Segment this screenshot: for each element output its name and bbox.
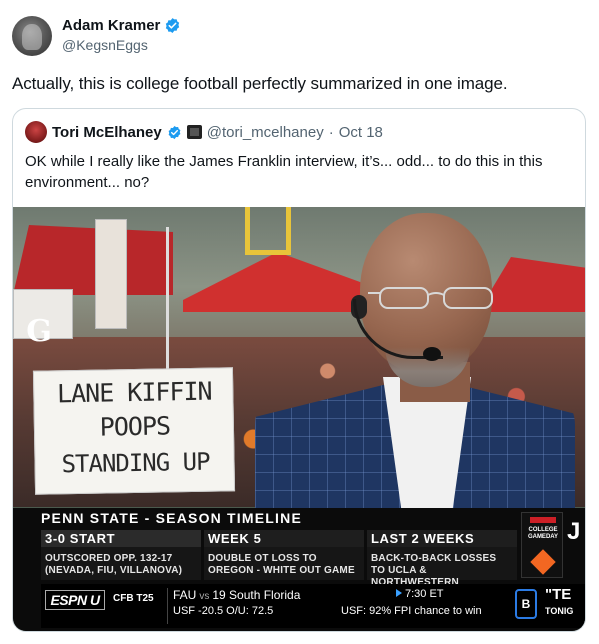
red-tent (13, 225, 173, 295)
quoted-author-name: Tori McElhaney (52, 123, 162, 141)
fan-sign-line: LANE KIFFIN (56, 376, 212, 409)
quoted-tweet-header: Tori McElhaney @tori_mcelhaney · Oct 18 (25, 121, 383, 143)
quoted-tweet[interactable]: Tori McElhaney @tori_mcelhaney · Oct 18 … (12, 108, 586, 632)
promo-subtitle: TONIG (545, 606, 574, 616)
matchup: FAU vs 19 South Florida (173, 588, 300, 602)
lower-third-title-bar: PENN STATE - SEASON TIMELINE (13, 508, 518, 528)
quoted-author-handle: @tori_mcelhaney (206, 123, 324, 141)
timeline-panel: LAST 2 WEEKS BACK-TO-BACK LOSSES TO UCLA… (367, 530, 517, 588)
timeline-panels: 3-0 START OUTSCORED OPP. 132-17 (NEVADA,… (41, 530, 517, 588)
meta-separator: · (328, 123, 334, 141)
cut-off-text: J (567, 518, 581, 545)
fan-sign-line: POOPS (99, 411, 171, 442)
tent-pole (166, 227, 169, 377)
timeline-panel: WEEK 5 DOUBLE OT LOSS TO OREGON - WHITE … (204, 530, 364, 580)
quoted-tweet-text: OK while I really like the James Frankli… (25, 153, 543, 191)
panel-heading: LAST 2 WEEKS (367, 530, 517, 547)
tweet-photo[interactable]: G LANE KIFFIN POOPS STANDING UP PENN STA… (13, 207, 585, 631)
game-time: 7:30 ET (396, 588, 444, 600)
quoted-avatar (25, 121, 47, 143)
fan-sign: LANE KIFFIN POOPS STANDING UP (32, 367, 236, 495)
fan-sign-line: STANDING UP (61, 447, 210, 479)
microphone-icon (423, 347, 441, 361)
lower-third-title: PENN STATE - SEASON TIMELINE (41, 510, 302, 526)
fpi-chance: USF: 92% FPI chance to win (341, 605, 482, 617)
espnu-logo: ESPN U (45, 590, 105, 610)
conference-logo-icon: B (515, 589, 537, 619)
author-name[interactable]: Adam Kramer (62, 17, 160, 34)
avatar[interactable] (12, 16, 52, 56)
betting-line: USF -20.5 O/U: 72.5 (173, 605, 274, 617)
timeline-panel: 3-0 START OUTSCORED OPP. 132-17 (NEVADA,… (41, 530, 201, 580)
panel-body: OUTSCORED OPP. 132-17 (NEVADA, FIU, VILL… (45, 553, 183, 576)
background-sign (95, 219, 127, 329)
panel-heading: WEEK 5 (204, 530, 364, 547)
ticker-section: CFB T25 (113, 593, 154, 604)
espn-brand-icon (530, 517, 556, 523)
gameday-label: COLLEGE GAMEDAY (527, 527, 559, 540)
team-1: FAU (173, 588, 197, 602)
play-arrow-icon (396, 589, 402, 597)
georgia-logo-letter: G (26, 314, 52, 349)
tweet-header: Adam Kramer @KegsnEggs (12, 14, 572, 58)
author-handle[interactable]: @KegsnEggs (62, 37, 148, 53)
college-gameday-logo: COLLEGE GAMEDAY (521, 512, 563, 578)
score-ticker: ESPN U CFB T25 FAU vs 19 South Florida 7:3… (41, 584, 585, 628)
team-2: 19 South Florida (212, 588, 301, 602)
author-name-row: Adam Kramer (62, 17, 181, 34)
tweet-text: Actually, this is college football perfe… (12, 74, 508, 93)
promo-title: "TE (545, 586, 572, 603)
home-depot-logo-icon (530, 549, 556, 575)
interviewee (225, 207, 585, 545)
panel-body: DOUBLE OT LOSS TO OREGON - WHITE OUT GAM… (208, 553, 355, 576)
ticker-divider (167, 588, 168, 624)
vs-label: vs (199, 591, 210, 602)
verified-badge-icon (166, 18, 180, 33)
panel-heading: 3-0 START (41, 530, 201, 547)
quoted-date: Oct 18 (338, 123, 383, 141)
broadcast-lower-third: PENN STATE - SEASON TIMELINE 3-0 START O… (13, 508, 585, 631)
verified-badge-icon (168, 125, 181, 139)
affiliate-badge-icon (186, 125, 202, 139)
game-time-text: 7:30 ET (405, 588, 444, 600)
